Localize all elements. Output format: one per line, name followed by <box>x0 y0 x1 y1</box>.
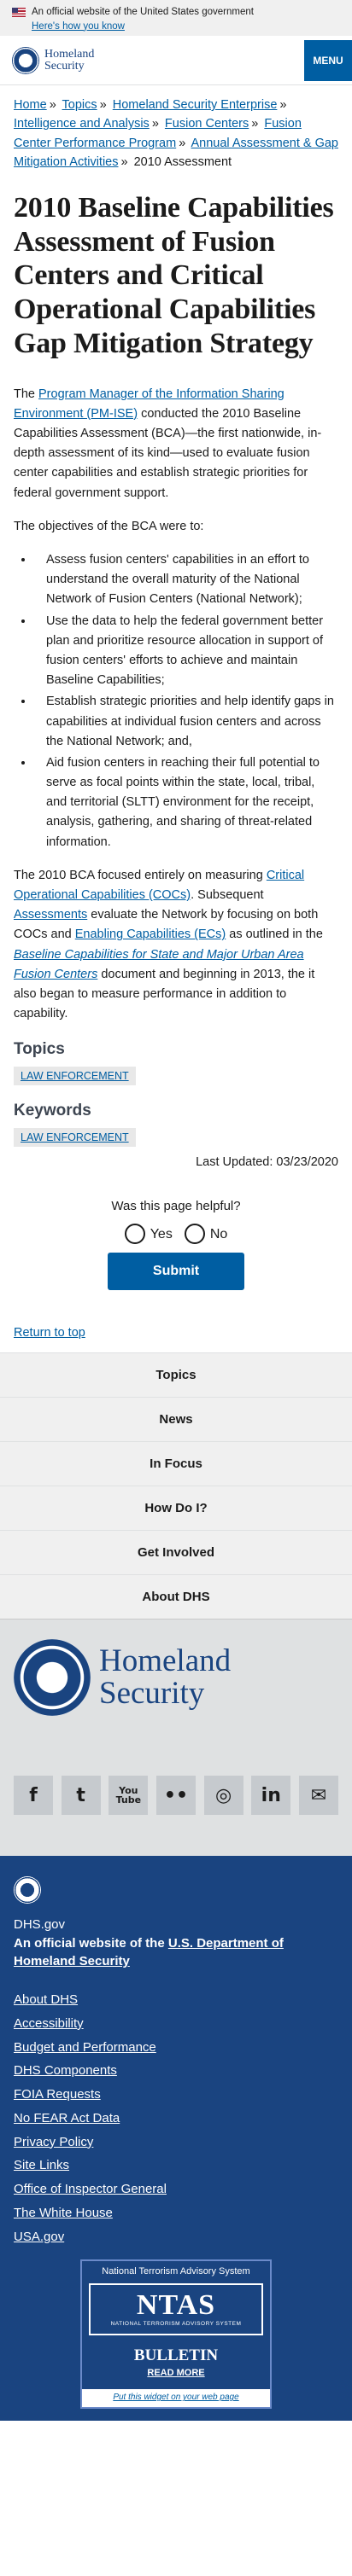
menu-button[interactable]: MENU <box>304 39 352 81</box>
footer-link[interactable]: Budget and Performance <box>14 2040 156 2055</box>
breadcrumb-fusion-centers[interactable]: Fusion Centers <box>165 117 249 131</box>
site-header: Homeland Security MENU <box>0 36 352 85</box>
twitter-icon[interactable]: t <box>61 1776 101 1816</box>
keyword-tag-law-enforcement[interactable]: LAW ENFORCEMENT <box>14 1127 136 1147</box>
official-statement: An official website of the U.S. Departme… <box>14 1934 338 1970</box>
email-icon[interactable]: ✉ <box>298 1776 338 1816</box>
objectives-intro: The objectives of the BCA were to: <box>14 519 204 533</box>
footer-link[interactable]: About DHS <box>14 1992 78 2007</box>
page-title: 2010 Baseline Capabilities Assessment of… <box>14 191 334 359</box>
yes-radio[interactable]: Yes <box>124 1224 173 1245</box>
breadcrumb-current: 2010 Assessment <box>133 155 232 170</box>
ntas-logo: NTAS NATIONAL TERRORISM ADVISORY SYSTEM <box>89 2282 263 2335</box>
list-item: Establish strategic priorities and help … <box>34 692 338 752</box>
footer-nav-get-involved[interactable]: Get Involved <box>0 1530 352 1574</box>
footer-link[interactable]: Site Links <box>14 2158 69 2172</box>
footer-nav-topics[interactable]: Topics <box>0 1352 352 1397</box>
no-label: No <box>209 1226 228 1241</box>
assessments-link[interactable]: Assessments <box>14 908 87 922</box>
ntas-widget[interactable]: National Terrorism Advisory System NTAS … <box>80 2259 272 2409</box>
p3-text: The 2010 BCA focused entirely on measuri… <box>14 868 267 882</box>
footer-link[interactable]: The White House <box>14 2206 113 2220</box>
linkedin-icon[interactable]: in <box>251 1776 291 1816</box>
social-links: f t You Tube •• ◎ in ✉ <box>0 1735 352 1857</box>
how-you-know-link[interactable]: Here's how you know <box>32 20 340 34</box>
footer-link[interactable]: Office of Inspector General <box>14 2182 167 2196</box>
feedback-question: Was this page helpful? <box>111 1198 241 1213</box>
breadcrumb: Home» Topics» Homeland Security Enterpri… <box>14 98 338 170</box>
breadcrumb-hse[interactable]: Homeland Security Enterprise <box>113 98 278 112</box>
footer-site-name: DHS.gov <box>14 1917 66 1933</box>
footer-link[interactable]: DHS Components <box>14 2063 117 2078</box>
feedback-form: Was this page helpful? Yes No Submit <box>0 1172 352 1291</box>
ntas-put-widget-link[interactable]: Put this widget on your web page <box>82 2389 270 2407</box>
brand-line2: Security <box>99 1675 205 1711</box>
official-text: An official website of the <box>14 1936 168 1951</box>
ntas-read-more[interactable]: READ MORE <box>82 2367 270 2381</box>
p1-rest: conducted the 2010 Baseline Capabilities… <box>14 406 322 500</box>
breadcrumb-topics[interactable]: Topics <box>62 98 97 112</box>
p1-text: The <box>14 387 39 401</box>
breadcrumb-ia[interactable]: Intelligence and Analysis <box>14 117 150 131</box>
radio-circle-icon <box>124 1224 145 1245</box>
breadcrumb-home[interactable]: Home <box>14 98 47 112</box>
topics-heading: Topics <box>14 1040 65 1059</box>
p3-text: as outlined in the <box>226 927 323 942</box>
dhs-seal-icon <box>12 46 39 74</box>
flickr-icon[interactable]: •• <box>155 1776 196 1816</box>
footer-nav-about-dhs[interactable]: About DHS <box>0 1574 352 1619</box>
brand-line1: Homeland <box>99 1643 232 1679</box>
submit-button[interactable]: Submit <box>108 1253 244 1291</box>
footer-link[interactable]: Accessibility <box>14 2016 84 2031</box>
footer-link[interactable]: USA.gov <box>14 2230 64 2244</box>
footer-nav-how-do-i[interactable]: How Do I? <box>0 1486 352 1530</box>
footer-nav: Topics News In Focus How Do I? Get Invol… <box>0 1352 352 1619</box>
ntas-title: National Terrorism Advisory System <box>102 2266 250 2277</box>
ntas-logo-sub: NATIONAL TERRORISM ADVISORY SYSTEM <box>110 2321 242 2328</box>
yes-label: Yes <box>150 1226 173 1241</box>
footer-link[interactable]: No FEAR Act Data <box>14 2111 120 2125</box>
list-item: Use the data to help the federal governm… <box>34 612 338 691</box>
no-radio[interactable]: No <box>184 1224 228 1245</box>
return-to-top-link[interactable]: Return to top <box>14 1326 85 1340</box>
us-flag-icon <box>12 7 26 17</box>
site-footer: DHS.gov An official website of the U.S. … <box>0 1856 352 2421</box>
list-item: Aid fusion centers in reaching their ful… <box>34 753 338 852</box>
gov-banner: An official website of the United States… <box>0 0 352 36</box>
dhs-logo[interactable]: Homeland Security <box>12 46 95 74</box>
footer-brand: Homeland Security <box>0 1619 352 1736</box>
objectives-list: Assess fusion centers' capabilities in a… <box>14 550 338 852</box>
footer-nav-news[interactable]: News <box>0 1397 352 1441</box>
ntas-bulletin: BULLETIN <box>133 2346 219 2364</box>
p3-text: . Subsequent <box>191 888 264 903</box>
footer-links: About DHS Accessibility Budget and Perfo… <box>14 1991 338 2246</box>
banner-text: An official website of the United States… <box>32 7 254 17</box>
dhs-seal-20-years-icon <box>14 1638 91 1716</box>
ecs-link[interactable]: Enabling Capabilities (ECs) <box>75 927 226 941</box>
dhs-seal-icon <box>14 1876 41 1904</box>
logo-line2: Security <box>44 59 85 73</box>
ntas-logo-text: NTAS <box>136 2288 216 2321</box>
footer-link[interactable]: Privacy Policy <box>14 2135 93 2149</box>
instagram-icon[interactable]: ◎ <box>203 1776 243 1816</box>
footer-nav-in-focus[interactable]: In Focus <box>0 1441 352 1486</box>
footer-link[interactable]: FOIA Requests <box>14 2087 101 2102</box>
list-item: Assess fusion centers' capabilities in a… <box>34 550 338 610</box>
keywords-heading: Keywords <box>14 1102 91 1119</box>
logo-line1: Homeland <box>44 47 95 61</box>
youtube-icon[interactable]: You Tube <box>109 1776 149 1816</box>
facebook-icon[interactable]: f <box>14 1776 53 1816</box>
radio-circle-icon <box>184 1224 205 1245</box>
article-body: The Program Manager of the Information S… <box>0 361 352 1025</box>
last-updated: Last Updated: 03/23/2020 <box>196 1154 338 1169</box>
topic-tag-law-enforcement[interactable]: LAW ENFORCEMENT <box>14 1066 136 1085</box>
